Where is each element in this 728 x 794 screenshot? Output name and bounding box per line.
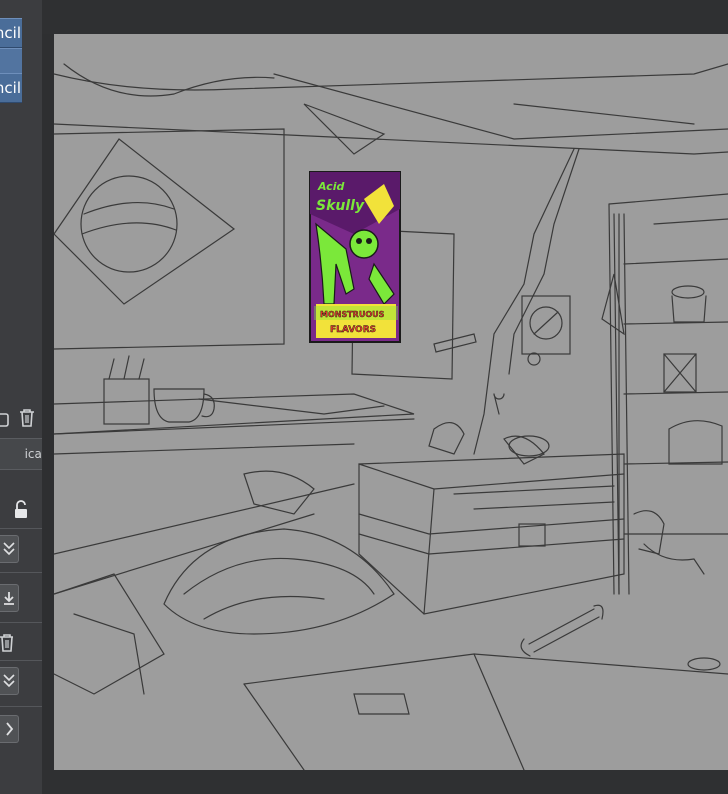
canvas-top-bar xyxy=(42,0,728,34)
padlock-open-icon[interactable] xyxy=(10,498,32,522)
chevron-right-icon[interactable] xyxy=(0,715,19,743)
drawing-canvas[interactable]: Acid Skully MONSTRUOUS FLAVORS xyxy=(54,34,728,770)
divider xyxy=(0,706,42,707)
poster-title-line2: Skully xyxy=(316,198,365,214)
check-icon[interactable] xyxy=(0,667,19,695)
trash-icon[interactable] xyxy=(0,630,14,656)
blend-mode-select[interactable]: ical pe xyxy=(0,438,42,470)
download-icon[interactable] xyxy=(0,584,19,612)
blend-mode-value: ical pe xyxy=(24,447,42,461)
layer-name: ncil xyxy=(0,79,21,97)
canvas-bottom-bar xyxy=(42,770,728,794)
divider xyxy=(0,622,42,623)
layer-row-pencil-1[interactable]: ncil xyxy=(0,18,22,48)
layer-row-selected[interactable] xyxy=(0,48,22,74)
trash-icon[interactable] xyxy=(16,404,38,432)
check-icon[interactable] xyxy=(0,535,19,563)
poster-title-line4: FLAVORS xyxy=(330,325,376,335)
acid-skully-poster: Acid Skully MONSTRUOUS FLAVORS xyxy=(309,171,401,343)
panel-splitter[interactable] xyxy=(42,0,54,794)
layer-panel: ncil ncil ical pe xyxy=(0,0,42,794)
layer-row-pencil-2[interactable]: ncil xyxy=(0,73,22,103)
layer-name: ncil xyxy=(0,24,21,42)
poster-title-line3: MONSTRUOUS xyxy=(320,310,385,319)
divider xyxy=(0,528,42,529)
divider xyxy=(0,660,42,661)
sketch-artwork: Acid Skully MONSTRUOUS FLAVORS xyxy=(54,63,728,770)
poster-title-line1: Acid xyxy=(317,180,344,193)
room-sketch xyxy=(54,63,728,770)
divider xyxy=(0,572,42,573)
lock-icon[interactable] xyxy=(0,404,10,432)
